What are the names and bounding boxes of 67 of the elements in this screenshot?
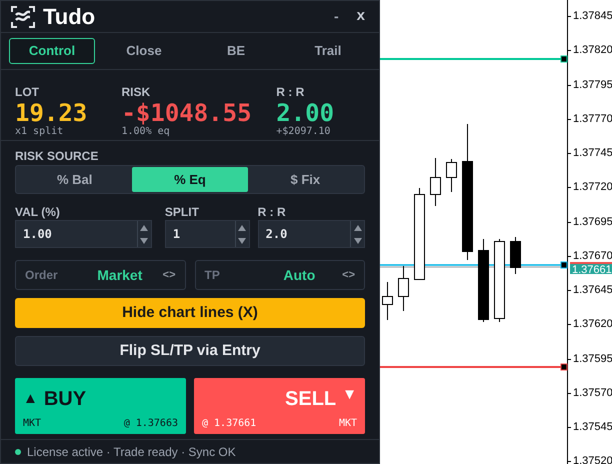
stat-label: LOT (15, 84, 40, 100)
status-text: License active · Trade ready · Sync OK (27, 444, 236, 460)
number-field[interactable]: 1.00 (15, 220, 152, 248)
stat-value: 2.00 (276, 100, 336, 126)
logo-icon (11, 6, 35, 28)
price-label: 1.37695 (573, 216, 612, 228)
tab[interactable]: BE (193, 38, 279, 64)
trade-label: SELL (285, 387, 336, 412)
arrow-glyph: ▲ (23, 388, 38, 409)
stat-value: -$1048.55 (121, 100, 253, 126)
tab[interactable]: Close (101, 38, 187, 64)
field-label: VAL (%) (15, 205, 61, 219)
stop-loss-line[interactable] (380, 364, 568, 370)
stat-note: x1 split (15, 126, 64, 138)
order-price: @ 1.37661 (202, 417, 256, 431)
price-label: 1.37770 (573, 113, 612, 125)
field-label: SPLIT (164, 205, 200, 219)
action-button[interactable]: Hide chart lines (X) (15, 298, 365, 328)
price-label: 1.37720 (573, 181, 612, 193)
buy-button[interactable]: ▲ BUY MKT @ 1.37663 (15, 378, 186, 434)
tab[interactable]: Control (9, 38, 95, 64)
action-button[interactable]: Flip SL/TP via Entry (15, 336, 365, 366)
order-price: @ 1.37663 (124, 417, 178, 431)
candlestick (398, 266, 409, 312)
tab[interactable]: Trail (285, 38, 371, 64)
order-type: MKT (338, 417, 357, 431)
minimize-button[interactable]: - (328, 6, 345, 27)
selector-value: Market (96, 266, 144, 284)
field-label: R : R (258, 205, 287, 219)
candlestick (430, 158, 441, 206)
selector-label: Order (25, 267, 59, 284)
selector-arrows: <> (342, 268, 355, 283)
price-label: 1.37745 (573, 147, 612, 159)
price-label: 1.37670 (573, 250, 612, 262)
number-field[interactable]: 1 (164, 220, 250, 248)
price-label: 1.37820 (573, 44, 612, 56)
stat-label: RISK (121, 84, 152, 100)
close-button[interactable]: x (352, 5, 369, 28)
segment-option[interactable]: $ Fix (248, 167, 363, 192)
stat-note: +$2097.10 (276, 126, 332, 138)
price-label: 1.37545 (573, 421, 612, 433)
dropdown-selector[interactable]: Order Market <> (15, 260, 186, 290)
candlestick (510, 236, 521, 274)
candlestick (446, 158, 457, 192)
stat-label: R : R (276, 84, 306, 100)
order-type: MKT (23, 417, 42, 431)
segment-option[interactable]: % Eq (132, 167, 248, 192)
number-field[interactable]: 2.0 (258, 220, 366, 248)
arrow-glyph: ▼ (342, 385, 357, 405)
selector-arrows: <> (162, 268, 176, 283)
price-label: 1.37795 (573, 79, 612, 91)
current-price-label: 1.37661 (570, 262, 612, 274)
price-label: 1.37570 (573, 387, 612, 399)
trade-label: BUY (44, 387, 86, 412)
price-label: 1.37595 (573, 353, 612, 365)
selector-value: Auto (282, 266, 316, 284)
window-title: Tudo (43, 3, 96, 31)
dropdown-selector[interactable]: TP Auto <> (194, 260, 365, 290)
price-label: 1.37620 (573, 318, 612, 330)
price-label: 1.37520 (573, 455, 612, 464)
stat-value: 19.23 (15, 100, 88, 126)
price-label: 1.37845 (573, 10, 612, 22)
stat-note: 1.00% eq (121, 126, 171, 138)
price-label: 1.37645 (573, 284, 612, 296)
selector-label: TP (204, 267, 221, 284)
segment-option[interactable]: % Bal (17, 167, 132, 192)
section-label: RISK SOURCE (15, 149, 100, 163)
